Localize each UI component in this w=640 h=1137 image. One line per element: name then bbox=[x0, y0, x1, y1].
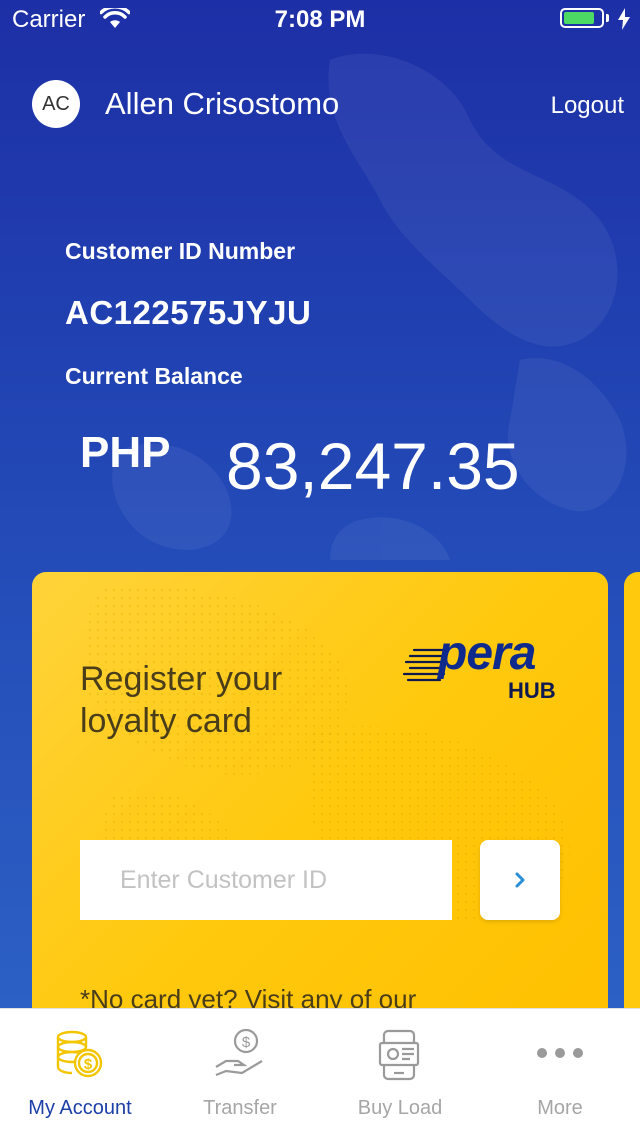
balance-label: Current Balance bbox=[65, 363, 243, 389]
charging-bolt-icon bbox=[618, 8, 630, 35]
customer-id-label: Customer ID Number bbox=[65, 238, 296, 264]
loyalty-card-title: Register your loyalty card bbox=[80, 660, 283, 740]
status-bar: Carrier 7:08 PM bbox=[0, 0, 640, 40]
tab-label-buy-load: Buy Load bbox=[357, 1097, 443, 1119]
balance-currency: PHP bbox=[80, 428, 171, 477]
tab-my-account[interactable]: $ My Account bbox=[0, 1009, 160, 1137]
balance-amount: 83,247.35 bbox=[226, 429, 520, 503]
tab-label-more: More bbox=[537, 1097, 583, 1119]
battery-level bbox=[564, 12, 594, 24]
customer-id-input[interactable] bbox=[80, 840, 452, 920]
perahub-logo: pera HUB bbox=[402, 627, 592, 706]
submit-customer-id-button[interactable] bbox=[480, 840, 560, 920]
tab-bar: $ My Account $ Transfer Buy Load More bbox=[0, 1008, 640, 1137]
logo-pera-text: pera bbox=[438, 627, 536, 680]
loyalty-card: Register your loyalty card pera HUB *No … bbox=[32, 572, 608, 1032]
customer-id-value: AC122575JYJU bbox=[65, 294, 312, 331]
avatar[interactable]: AC bbox=[32, 80, 80, 128]
logout-button[interactable]: Logout bbox=[551, 92, 624, 120]
coins-icon: $ bbox=[52, 1027, 108, 1088]
next-card-peek[interactable] bbox=[624, 572, 640, 1032]
tab-transfer[interactable]: $ Transfer bbox=[160, 1009, 320, 1137]
svg-text:$: $ bbox=[84, 1056, 93, 1073]
tab-buy-load[interactable]: Buy Load bbox=[320, 1009, 480, 1137]
logo-hub-text: HUB bbox=[508, 678, 556, 703]
phone-load-icon bbox=[372, 1027, 428, 1088]
chevron-right-icon bbox=[515, 872, 525, 888]
svg-text:$: $ bbox=[242, 1034, 251, 1051]
status-time: 7:08 PM bbox=[274, 6, 366, 33]
tab-label-my-account: My Account bbox=[28, 1097, 132, 1119]
tab-more[interactable]: More bbox=[480, 1009, 640, 1137]
battery-icon bbox=[560, 8, 604, 28]
tab-label-transfer: Transfer bbox=[203, 1097, 277, 1119]
more-dots-icon bbox=[532, 1027, 588, 1088]
battery-tip bbox=[606, 14, 609, 22]
user-name: Allen Crisostomo bbox=[105, 86, 340, 121]
hand-money-icon: $ bbox=[212, 1027, 268, 1088]
